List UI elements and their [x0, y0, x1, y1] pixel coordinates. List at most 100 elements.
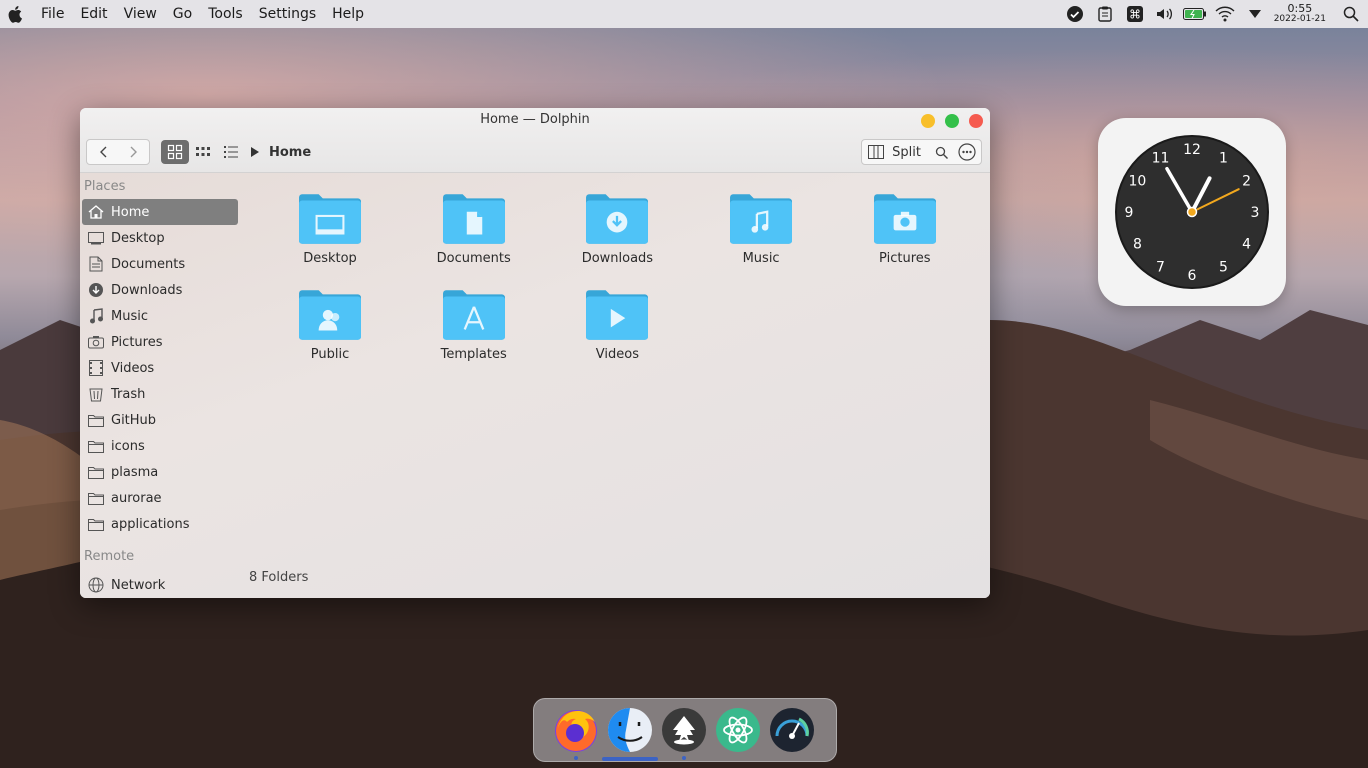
sidebar-item-documents[interactable]: Documents: [82, 251, 238, 277]
sidebar-item-plasma[interactable]: plasma: [82, 459, 238, 485]
top-menubar: File Edit View Go Tools Settings Help ⌘ …: [0, 0, 1368, 28]
window-content: Places Home Desktop Documents Downloads Musi…: [80, 173, 990, 598]
apple-icon[interactable]: [7, 5, 25, 23]
more-options-icon: [958, 143, 976, 161]
sidebar-item-label: Documents: [111, 256, 186, 272]
search-icon[interactable]: [1334, 0, 1368, 28]
check-status-icon[interactable]: [1060, 0, 1090, 28]
running-indicator: [574, 756, 578, 760]
clipboard-icon[interactable]: [1090, 0, 1120, 28]
search-icon: [935, 146, 948, 159]
command-key-icon[interactable]: ⌘: [1120, 0, 1150, 28]
tray-expand-arrow-icon[interactable]: [1240, 0, 1270, 28]
wifi-icon[interactable]: [1210, 0, 1240, 28]
firefox-icon[interactable]: [552, 706, 600, 760]
folder-icon: [88, 516, 104, 532]
window-titlebar[interactable]: Home — Dolphin Home Split: [80, 108, 990, 173]
menu-view[interactable]: View: [116, 6, 165, 22]
menu-tools[interactable]: Tools: [200, 6, 251, 22]
more-options-button[interactable]: [956, 140, 981, 164]
sidebar-item-downloads[interactable]: Downloads: [82, 277, 238, 303]
templates-folder-icon: [442, 290, 505, 340]
system-monitor-icon[interactable]: [768, 706, 816, 754]
breadcrumb-home[interactable]: Home: [269, 145, 311, 160]
folder-icon: [88, 490, 104, 506]
home-icon: [88, 204, 104, 220]
icons-view-button[interactable]: [161, 140, 189, 164]
sidebar-item-applications[interactable]: applications: [82, 511, 238, 537]
menu-go[interactable]: Go: [165, 6, 200, 22]
folder-label: Public: [310, 347, 350, 362]
folder-documents[interactable]: Documents: [409, 191, 539, 266]
minimize-button[interactable]: [921, 114, 935, 128]
pictures-folder-icon: [873, 194, 936, 244]
folder-label: Pictures: [879, 251, 931, 266]
folder-icon: [88, 464, 104, 480]
split-button[interactable]: Split: [862, 140, 927, 164]
sidebar-item-icons[interactable]: icons: [82, 433, 238, 459]
forward-button[interactable]: [118, 140, 149, 164]
menu-file[interactable]: File: [33, 6, 72, 22]
sidebar-item-music[interactable]: Music: [82, 303, 238, 329]
clock-number: 9: [1125, 205, 1134, 221]
pictures-icon: [88, 334, 104, 350]
folder-downloads[interactable]: Downloads: [552, 191, 682, 266]
folder-templates[interactable]: Templates: [409, 287, 539, 362]
sidebar-item-trash[interactable]: Trash: [82, 381, 238, 407]
clock-number: 4: [1242, 237, 1251, 253]
folder-icon: [88, 438, 104, 454]
sidebar-item-desktop[interactable]: Desktop: [82, 225, 238, 251]
volume-icon[interactable]: [1150, 0, 1180, 28]
finder-icon[interactable]: [602, 706, 658, 761]
window-title: Home — Dolphin: [480, 112, 590, 127]
analog-clock-widget[interactable]: 12 1 2 3 4 5 6 7 8 9 10 11: [1098, 118, 1286, 306]
trash-icon: [88, 386, 104, 402]
atom-icon[interactable]: [714, 706, 762, 754]
folder-label: Downloads: [581, 251, 654, 266]
sidebar-item-label: Trash: [111, 386, 146, 402]
folder-label: Videos: [595, 347, 639, 362]
battery-icon[interactable]: [1180, 0, 1210, 28]
sidebar-item-aurorae[interactable]: aurorae: [82, 485, 238, 511]
maximize-button[interactable]: [945, 114, 959, 128]
folder-public[interactable]: Public: [265, 287, 395, 362]
split-view-icon: [868, 145, 885, 159]
inkscape-icon[interactable]: [660, 706, 708, 760]
sidebar-item-label: Videos: [111, 360, 155, 376]
sidebar-item-videos[interactable]: Videos: [82, 355, 238, 381]
folder-videos[interactable]: Videos: [552, 287, 682, 362]
network-icon: [88, 577, 104, 593]
sidebar-item-label: aurorae: [111, 490, 162, 506]
sidebar-item-home[interactable]: Home: [82, 199, 238, 225]
places-list: Home Desktop Documents Downloads Music Pictur…: [80, 199, 240, 537]
folder-label: Documents: [436, 251, 511, 266]
sidebar-item-pictures[interactable]: Pictures: [82, 329, 238, 355]
menu-settings[interactable]: Settings: [251, 6, 324, 22]
back-button[interactable]: [87, 140, 118, 164]
close-button[interactable]: [969, 114, 983, 128]
clock-center-pin: [1186, 206, 1198, 218]
menu-help[interactable]: Help: [324, 6, 372, 22]
breadcrumb-arrow-icon[interactable]: [251, 147, 259, 157]
places-panel: Places Home Desktop Documents Downloads Musi…: [80, 173, 240, 598]
folder-grid: Desktop Documents Downloads Music Pictures Pu…: [240, 173, 990, 598]
clock-number: 3: [1251, 205, 1260, 221]
clock-time: 0:55: [1287, 2, 1313, 15]
sidebar-item-network[interactable]: Network: [82, 572, 238, 598]
clock-number: 1: [1219, 150, 1228, 166]
compact-view-button[interactable]: [189, 140, 217, 164]
folder-label: Desktop: [303, 251, 357, 266]
menubar-clock[interactable]: 0:55 2022-01-21: [1274, 3, 1326, 25]
documents-folder-icon: [442, 194, 505, 244]
clock-number: 11: [1152, 150, 1170, 166]
sidebar-item-github[interactable]: GitHub: [82, 407, 238, 433]
clock-number: 8: [1133, 237, 1142, 253]
menu-edit[interactable]: Edit: [72, 6, 115, 22]
clock-number: 2: [1242, 174, 1251, 190]
folder-desktop[interactable]: Desktop: [265, 191, 395, 266]
folder-pictures[interactable]: Pictures: [840, 191, 970, 266]
breadcrumb: Home: [251, 145, 311, 160]
folder-music[interactable]: Music: [696, 191, 826, 266]
search-button[interactable]: [927, 140, 956, 164]
details-view-button[interactable]: [217, 140, 245, 164]
